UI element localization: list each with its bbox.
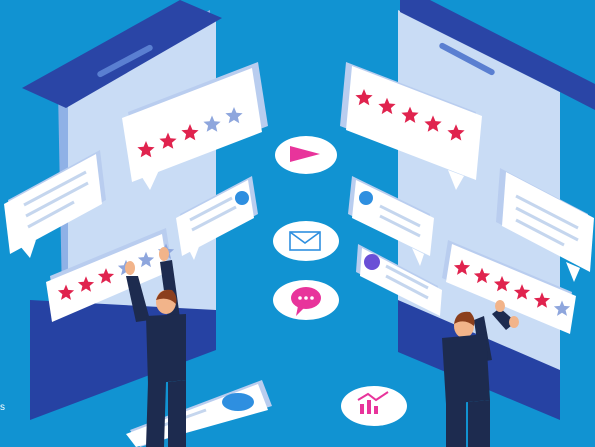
cropped-caption-text: s [0,402,5,413]
avatar-icon [235,191,249,205]
chart-bubble [341,386,407,426]
avatar-icon [364,254,380,270]
envelope-bubble [273,221,339,261]
feedback-illustration [0,0,595,447]
avatar-icon [359,191,373,205]
chat-bubble [273,280,339,320]
envelope-icon [289,231,321,251]
play-bubble [275,136,337,174]
